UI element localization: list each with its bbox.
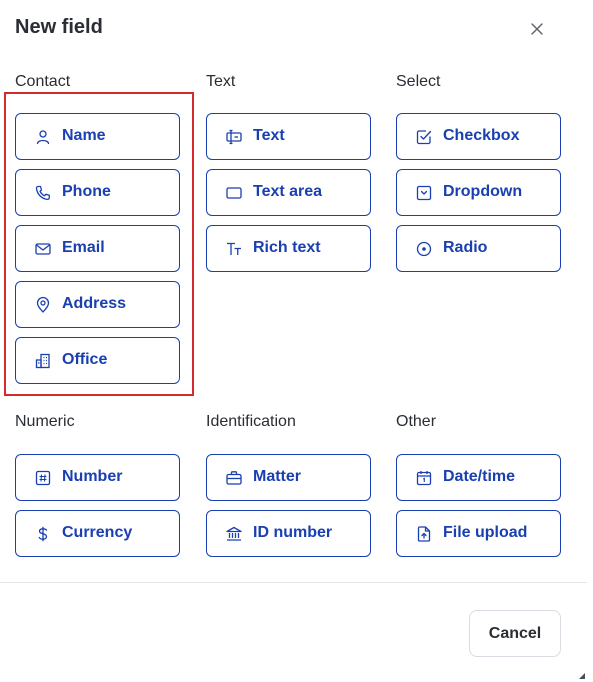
- font-size-icon: [225, 240, 243, 258]
- field-option-checkbox[interactable]: Checkbox: [396, 113, 561, 160]
- field-option-label: Radio: [443, 239, 488, 256]
- field-option-label: Date/time: [443, 468, 516, 485]
- field-option-text-area[interactable]: Text area: [206, 169, 371, 216]
- bank-icon: [225, 525, 243, 543]
- field-option-label: Matter: [253, 468, 302, 485]
- close-icon: [531, 23, 543, 35]
- section-label-numeric: Numeric: [15, 413, 75, 430]
- field-option-currency[interactable]: Currency: [15, 510, 180, 557]
- field-option-label: Dropdown: [443, 183, 523, 200]
- field-option-label: Checkbox: [443, 127, 520, 144]
- dropdown-icon: [415, 184, 433, 202]
- field-option-date-time[interactable]: Date/time: [396, 454, 561, 501]
- field-option-text[interactable]: Text: [206, 113, 371, 160]
- file-upload-icon: [415, 525, 433, 543]
- field-option-label: Number: [62, 468, 123, 485]
- text-cursor-icon: [225, 128, 243, 146]
- resize-handle-icon[interactable]: [578, 672, 586, 680]
- footer-divider: [0, 582, 587, 583]
- radio-icon: [415, 240, 433, 258]
- field-option-file-upload[interactable]: File upload: [396, 510, 561, 557]
- section-label-text: Text: [206, 73, 236, 90]
- field-option-radio[interactable]: Radio: [396, 225, 561, 272]
- field-option-rich-text[interactable]: Rich text: [206, 225, 371, 272]
- contact-group-highlight: [4, 92, 194, 396]
- cancel-button[interactable]: Cancel: [469, 610, 561, 657]
- field-option-label: Text area: [253, 183, 323, 200]
- field-option-dropdown[interactable]: Dropdown: [396, 169, 561, 216]
- new-field-dialog: New field Contact Text Select Numeric Id…: [0, 0, 587, 682]
- field-option-id-number[interactable]: ID number: [206, 510, 371, 557]
- dollar-icon: [34, 525, 52, 543]
- field-option-label: Text: [253, 127, 285, 144]
- section-label-other: Other: [396, 413, 437, 430]
- section-label-contact: Contact: [15, 73, 71, 90]
- field-option-label: File upload: [443, 524, 528, 541]
- briefcase-icon: [225, 469, 243, 487]
- field-option-label: Rich text: [253, 239, 321, 256]
- dialog-title: New field: [15, 16, 103, 38]
- close-button[interactable]: [526, 18, 548, 40]
- hash-icon: [34, 469, 52, 487]
- checkbox-icon: [415, 128, 433, 146]
- field-option-label: Currency: [62, 524, 133, 541]
- field-option-number[interactable]: Number: [15, 454, 180, 501]
- field-option-matter[interactable]: Matter: [206, 454, 371, 501]
- section-label-identification: Identification: [206, 413, 296, 430]
- field-option-label: ID number: [253, 524, 333, 541]
- rectangle-icon: [225, 184, 243, 202]
- calendar-icon: [415, 469, 433, 487]
- section-label-select: Select: [396, 73, 441, 90]
